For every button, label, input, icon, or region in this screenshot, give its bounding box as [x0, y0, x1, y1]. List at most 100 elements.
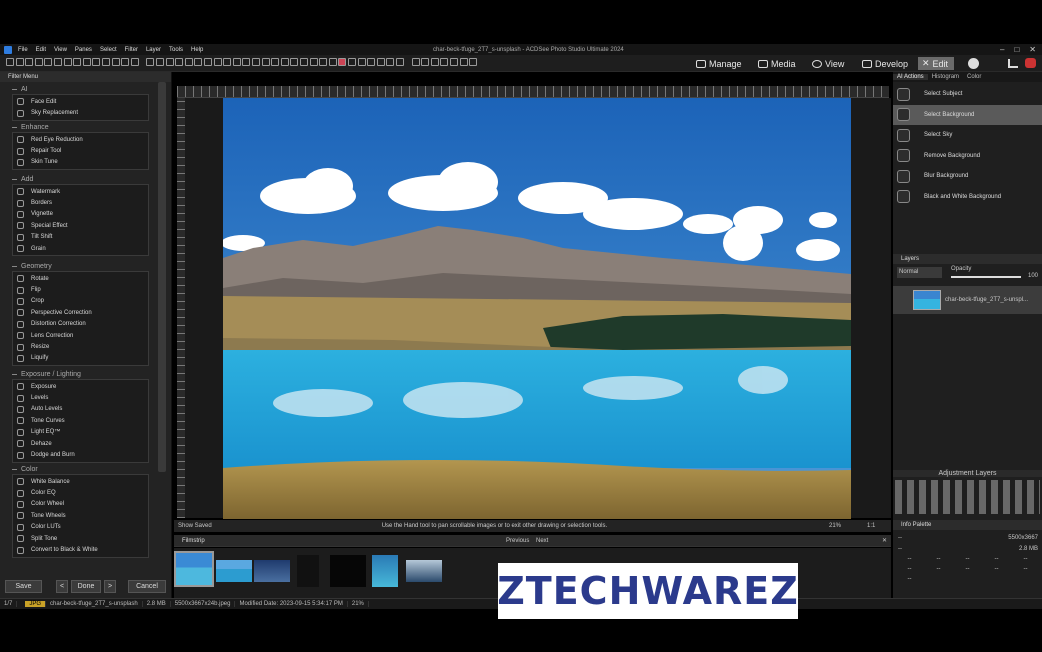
- filter-item[interactable]: Watermark: [13, 186, 148, 197]
- filter-item[interactable]: Rotate: [13, 273, 148, 284]
- done-button[interactable]: Done: [71, 580, 101, 593]
- window-controls[interactable]: – □ ✕: [1000, 45, 1036, 54]
- tool-icon[interactable]: [54, 58, 62, 66]
- tool-icon[interactable]: [25, 58, 34, 66]
- filmstrip-thumb[interactable]: [174, 551, 214, 587]
- filter-item[interactable]: Face Edit: [13, 96, 148, 107]
- filter-item[interactable]: Sky Replacement: [13, 107, 148, 118]
- filter-section-title[interactable]: Color: [12, 464, 149, 474]
- tool-icon[interactable]: [459, 58, 468, 66]
- tool-icon[interactable]: [73, 58, 82, 66]
- ai-action-item[interactable]: Black and White Background: [893, 187, 1042, 208]
- menu-view[interactable]: View: [54, 47, 67, 53]
- filter-item[interactable]: Borders: [13, 197, 148, 208]
- mode-develop[interactable]: Develop: [862, 57, 908, 70]
- mode-view[interactable]: View: [812, 57, 844, 70]
- globe-icon[interactable]: [968, 58, 979, 69]
- filter-item[interactable]: Split Tone: [13, 533, 148, 544]
- menu-file[interactable]: File: [18, 47, 28, 53]
- tool-icon[interactable]: [242, 58, 251, 66]
- tool-icon[interactable]: [328, 58, 337, 66]
- ai-action-item[interactable]: Blur Background: [893, 166, 1042, 187]
- filter-item[interactable]: Special Effect: [13, 220, 148, 231]
- filter-item[interactable]: Flip: [13, 284, 148, 295]
- filter-item[interactable]: Tone Wheels: [13, 510, 148, 521]
- tool-icon[interactable]: [290, 58, 299, 66]
- filter-item[interactable]: Repair Tool: [13, 145, 148, 156]
- menu-tools[interactable]: Tools: [169, 47, 183, 53]
- tool-icon[interactable]: [223, 58, 232, 66]
- tool-icon[interactable]: [421, 58, 430, 66]
- zoom-value[interactable]: 21%: [829, 523, 841, 529]
- minimize-icon[interactable]: –: [1000, 45, 1004, 54]
- filter-item[interactable]: Crop: [13, 296, 148, 307]
- tab-color[interactable]: Color: [963, 74, 985, 80]
- filter-section-title[interactable]: Add: [12, 174, 149, 184]
- filter-item[interactable]: Vignette: [13, 209, 148, 220]
- filmstrip-tab[interactable]: Filmstrip: [182, 538, 205, 544]
- filter-item[interactable]: Distortion Correction: [13, 319, 148, 330]
- tool-icon[interactable]: [204, 58, 212, 66]
- menu-panes[interactable]: Panes: [75, 47, 92, 53]
- tool-icon[interactable]: [63, 58, 72, 66]
- filter-item[interactable]: Tone Curves: [13, 415, 148, 426]
- menu-help[interactable]: Help: [191, 47, 203, 53]
- prev-button[interactable]: <: [56, 580, 68, 593]
- tool-icon[interactable]: [430, 58, 439, 66]
- tool-icon[interactable]: [232, 58, 241, 66]
- menu-edit[interactable]: Edit: [36, 47, 46, 53]
- tool-icon[interactable]: [271, 58, 280, 66]
- tool-icon[interactable]: [111, 58, 120, 66]
- filter-item[interactable]: Dodge and Burn: [13, 449, 148, 460]
- tool-icon[interactable]: [15, 58, 24, 66]
- menu-layer[interactable]: Layer: [146, 47, 161, 53]
- tool-icon[interactable]: [184, 58, 193, 66]
- filmstrip-thumb[interactable]: [216, 560, 252, 582]
- ai-action-item[interactable]: Select Subject: [893, 84, 1042, 105]
- filmstrip-next[interactable]: Next: [536, 538, 548, 544]
- filter-item[interactable]: Levels: [13, 392, 148, 403]
- filter-item[interactable]: Liquify: [13, 353, 148, 364]
- filmstrip-close-icon[interactable]: ✕: [882, 537, 887, 544]
- mode-manage[interactable]: Manage: [696, 57, 742, 70]
- tool-icon[interactable]: [92, 58, 101, 66]
- ai-action-item[interactable]: Select Sky: [893, 125, 1042, 146]
- tool-icon[interactable]: [156, 58, 164, 66]
- ai-action-item[interactable]: Select Background: [893, 104, 1042, 125]
- tool-icon[interactable]: [146, 58, 155, 66]
- tool-icon[interactable]: [213, 58, 222, 66]
- blend-mode-select[interactable]: Normal: [897, 267, 942, 278]
- tool-icon[interactable]: [44, 58, 53, 66]
- maximize-icon[interactable]: □: [1014, 45, 1019, 54]
- tool-icon[interactable]: [469, 58, 478, 66]
- filter-item[interactable]: Resize: [13, 341, 148, 352]
- filmstrip-thumb[interactable]: [297, 555, 319, 587]
- tab-histogram[interactable]: Histogram: [928, 74, 963, 80]
- close-icon[interactable]: ✕: [1029, 45, 1036, 54]
- tool-icon[interactable]: [300, 58, 308, 66]
- tool-icon[interactable]: [309, 58, 318, 66]
- tool-icon[interactable]: [252, 58, 260, 66]
- tool-icon[interactable]: [357, 58, 366, 66]
- opacity-slider[interactable]: [951, 276, 1021, 278]
- tool-icon[interactable]: [411, 58, 420, 66]
- tab-ai-actions[interactable]: AI Actions: [893, 74, 928, 80]
- filmstrip-thumb[interactable]: [330, 555, 366, 587]
- filter-section-title[interactable]: AI: [12, 84, 149, 94]
- menu-select[interactable]: Select: [100, 47, 117, 53]
- filter-item[interactable]: Red Eye Reduction: [13, 134, 148, 145]
- tool-icon[interactable]: [34, 58, 43, 66]
- filter-scrollbar[interactable]: [158, 82, 166, 472]
- filter-item[interactable]: White Balance: [13, 476, 148, 487]
- filter-item[interactable]: Exposure: [13, 381, 148, 392]
- filter-section-title[interactable]: Geometry: [12, 261, 149, 271]
- tool-icon[interactable]: [280, 58, 289, 66]
- mode-edit[interactable]: ✕ Edit: [918, 57, 955, 70]
- filter-item[interactable]: Skin Tune: [13, 157, 148, 168]
- adjustment-layer-icons[interactable]: [895, 480, 1040, 514]
- tool-icon[interactable]: [396, 58, 404, 66]
- filter-item[interactable]: Grain: [13, 243, 148, 254]
- cancel-button[interactable]: Cancel: [128, 580, 166, 593]
- filter-item[interactable]: Perspective Correction: [13, 307, 148, 318]
- show-saved-toggle[interactable]: Show Saved: [178, 523, 212, 529]
